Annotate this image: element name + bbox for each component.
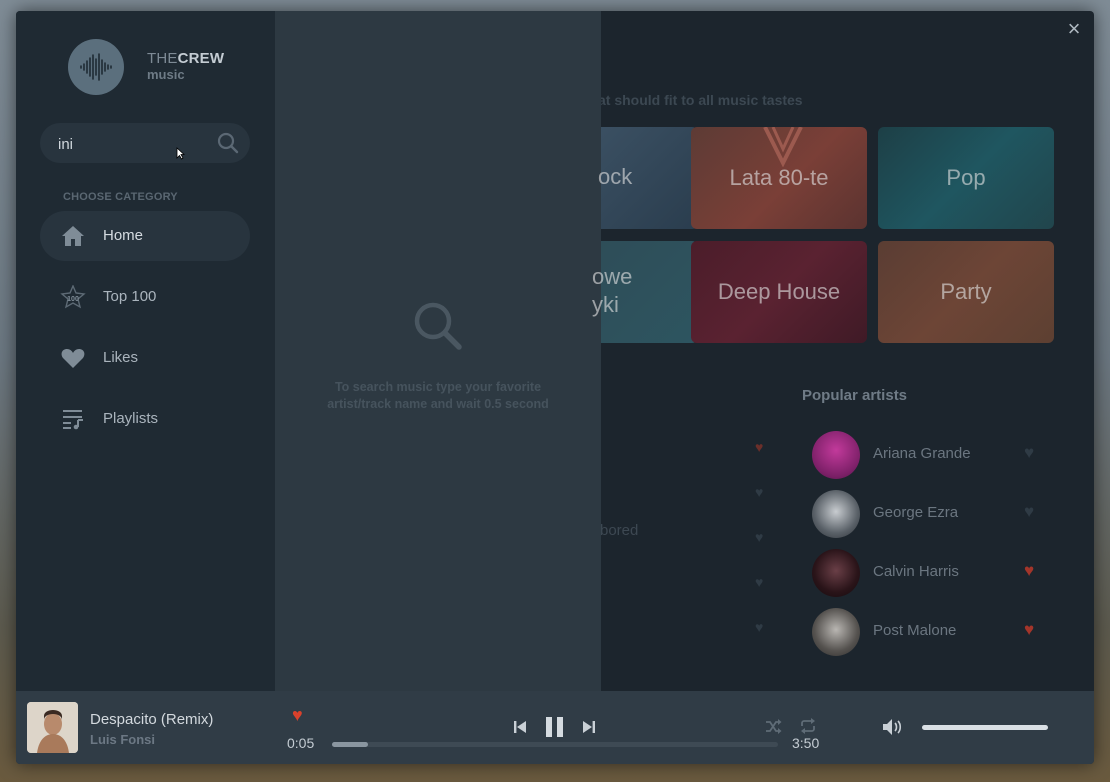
search-icon[interactable] [216,131,240,155]
artist-name: Post Malone [873,622,957,639]
artist-name: Ariana Grande [873,445,971,462]
artist-name: George Ezra [873,504,959,521]
waveform-icon [80,53,112,81]
like-heart-icon[interactable]: ♥ [292,705,303,726]
current-time: 0:05 [287,735,315,751]
sidebar-item-label: Home [103,227,144,244]
popular-artists-title: Popular artists [802,387,908,404]
heart-icon[interactable]: ♥ [755,484,763,500]
total-time: 3:50 [792,735,820,751]
genre-tile-deep-house[interactable]: Deep House [691,241,867,343]
volume-icon[interactable] [882,718,904,736]
logo[interactable] [68,39,124,95]
volume-slider[interactable] [922,725,1048,730]
search-icon [414,302,462,350]
brand-the: THE [147,50,178,67]
track-title-fragment: bored [600,522,639,539]
progress-bar[interactable] [332,742,778,747]
heart-icon[interactable]: ♥ [755,529,763,545]
sidebar: THECREW music CHOOSE CATEGORY Home 100 T… [16,11,275,691]
close-icon[interactable]: × [1064,18,1084,40]
sidebar-item-label: Playlists [103,410,159,427]
heart-icon[interactable]: ♥ [755,439,763,455]
shuffle-icon[interactable] [765,719,782,734]
search-box [40,123,250,165]
search-input[interactable] [56,123,210,165]
category-label: CHOOSE CATEGORY [63,191,178,203]
search-panel: To search music type your favorite artis… [275,11,601,691]
progress-fill [332,742,368,747]
heart-icon[interactable]: ♥ [755,619,763,635]
genre-tile-label: Deep House [717,279,841,304]
genre-tile-label: Lata 80-te [729,165,829,190]
top-100-icon: 100 [60,285,86,309]
brand-name: THECREW music [147,51,224,83]
genre-tile-pop[interactable]: Pop [878,127,1054,229]
genre-tile-label: ock [598,164,633,189]
track-artist[interactable]: Luis Fonsi [90,732,155,747]
brand-sub: music [147,67,185,82]
avatar [812,431,860,479]
heart-icon[interactable]: ♥ [755,574,763,590]
genre-tile-label: Pop [946,165,986,190]
heart-icon [61,349,85,368]
artist-row[interactable]: Post Malone ♥ [812,608,1052,656]
sidebar-item-top-100[interactable]: 100 Top 100 [40,272,250,322]
heart-icon[interactable]: ♥ [1024,443,1034,463]
heart-icon[interactable]: ♥ [1024,502,1034,522]
sidebar-item-playlists[interactable]: Playlists [40,394,250,444]
sidebar-item-likes[interactable]: Likes [40,333,250,383]
tile-artwork [763,127,803,167]
artist-row[interactable]: Ariana Grande ♥ [812,431,1052,479]
genre-tile-lata-80[interactable]: Lata 80-te [691,127,867,229]
avatar [812,549,860,597]
player-bar: Despacito (Remix) Luis Fonsi ♥ 0:05 3:50 [16,691,1094,764]
genre-tile-label: owe yki [592,264,633,317]
artist-row[interactable]: George Ezra ♥ [812,490,1052,538]
svg-text:100: 100 [67,296,79,303]
genre-tile-label: Party [940,279,992,304]
heart-icon[interactable]: ♥ [1024,561,1034,581]
brand-crew: CREW [177,50,225,67]
mouse-cursor-icon [176,147,185,160]
artist-name: Calvin Harris [873,563,959,580]
heart-icon[interactable]: ♥ [1024,620,1034,640]
avatar [812,490,860,538]
previous-track-icon[interactable] [513,720,527,734]
sidebar-item-label: Top 100 [103,288,157,305]
genre-tile-party[interactable]: Party [878,241,1054,343]
volume-fill [922,725,1048,730]
track-title: Despacito (Remix) [90,711,214,728]
playlist-icon [63,410,83,430]
sidebar-item-home[interactable]: Home [40,211,250,261]
artist-row[interactable]: Calvin Harris ♥ [812,549,1052,597]
sidebar-item-label: Likes [103,349,139,366]
pause-icon[interactable] [544,716,566,738]
home-icon [62,226,84,246]
section-subtitle: at should fit to all music tastes [598,92,803,108]
next-track-icon[interactable] [582,720,596,734]
search-hint: To search music type your favorite artis… [327,380,549,411]
avatar [812,608,860,656]
app-window: at should fit to all music tastes ock La… [16,11,1094,764]
album-cover-art [27,702,78,753]
album-cover[interactable] [27,702,78,753]
repeat-icon[interactable] [799,718,817,734]
